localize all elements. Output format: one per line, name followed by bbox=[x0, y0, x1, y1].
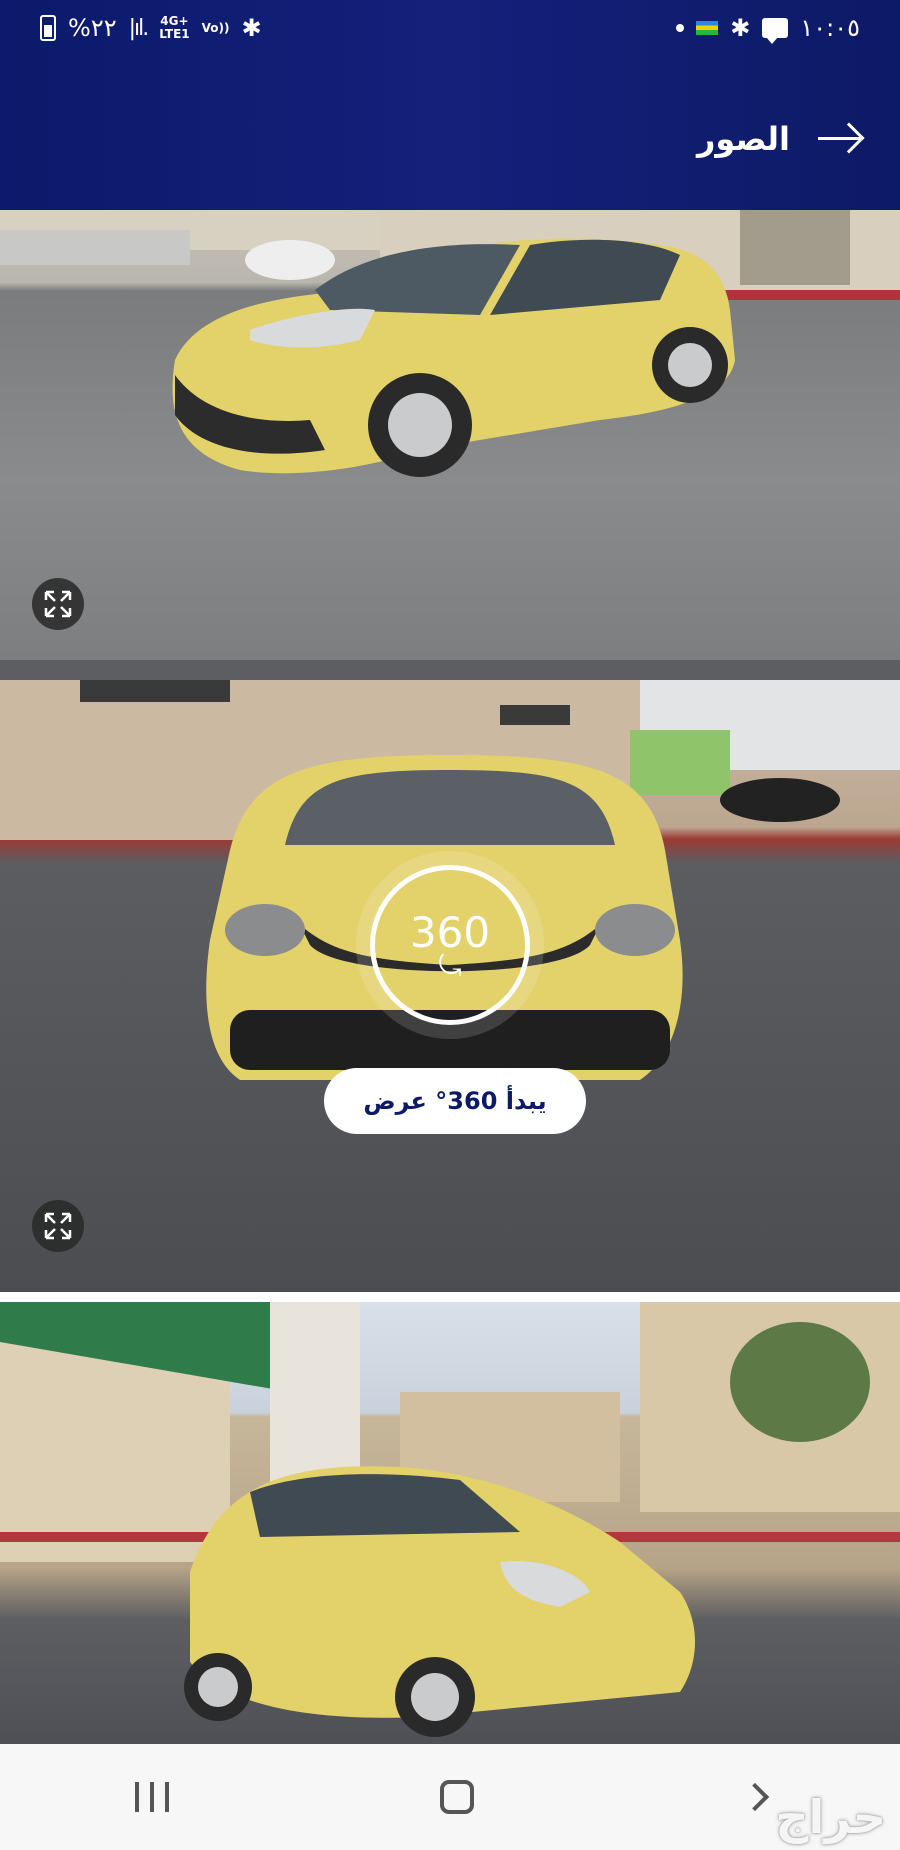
photo-3[interactable] bbox=[0, 1302, 900, 1744]
network-type: 4G+ LTE1 bbox=[159, 15, 189, 41]
signal-icon: |ıl. bbox=[128, 15, 150, 41]
photo-separator-2 bbox=[0, 1292, 900, 1302]
title-row: الصور bbox=[697, 120, 865, 158]
watermark-logo: حراج bbox=[775, 1790, 886, 1844]
status-bar: %٢٢ |ıl. 4G+ LTE1 Vo)) ✱ ✱ ١٠:٠٥ bbox=[0, 0, 900, 56]
photo-1[interactable] bbox=[0, 210, 900, 660]
arrow-right-icon[interactable] bbox=[818, 122, 865, 154]
page-title: الصور bbox=[697, 120, 790, 158]
view360-ring[interactable]: 360 ⤿ bbox=[370, 865, 530, 1025]
bluetooth-icon-2: ✱ bbox=[730, 14, 751, 42]
car-rear-image bbox=[0, 1302, 900, 1737]
status-time: ١٠:٠٥ bbox=[800, 14, 860, 42]
network-top: 4G+ bbox=[160, 14, 189, 28]
battery-icon bbox=[40, 15, 56, 41]
status-right: ✱ ١٠:٠٥ bbox=[676, 14, 860, 44]
app-header: %٢٢ |ıl. 4G+ LTE1 Vo)) ✱ ✱ ١٠:٠٥ الصور bbox=[0, 0, 900, 210]
message-icon bbox=[762, 18, 789, 44]
system-nav-bar bbox=[0, 1744, 900, 1850]
photo-separator bbox=[0, 660, 900, 680]
volte-indicator: Vo)) bbox=[201, 20, 230, 35]
battery-percent: %٢٢ bbox=[68, 14, 117, 42]
start-360-view-button[interactable]: يبدأ 360° عرض bbox=[324, 1068, 586, 1134]
expand-button-2[interactable] bbox=[32, 1200, 84, 1252]
network-bottom: LTE1 bbox=[159, 27, 190, 41]
home-icon[interactable] bbox=[439, 1780, 474, 1814]
car-side-image bbox=[0, 210, 900, 477]
expand-icon bbox=[44, 590, 72, 618]
flag-icon bbox=[696, 21, 719, 35]
photo-2[interactable]: 360 ⤿ يبدأ 360° عرض bbox=[0, 680, 900, 1292]
bluetooth-icon: ✱ bbox=[241, 14, 262, 42]
expand-icon bbox=[44, 1212, 72, 1240]
expand-button-1[interactable] bbox=[32, 578, 84, 630]
notification-dot-icon bbox=[676, 24, 685, 32]
rotate-icon: ⤿ bbox=[438, 948, 462, 982]
back-icon[interactable] bbox=[740, 1782, 769, 1812]
arrow-head bbox=[833, 122, 865, 154]
status-left: %٢٢ |ıl. 4G+ LTE1 Vo)) ✱ bbox=[40, 14, 262, 42]
recents-icon[interactable] bbox=[135, 1782, 170, 1812]
